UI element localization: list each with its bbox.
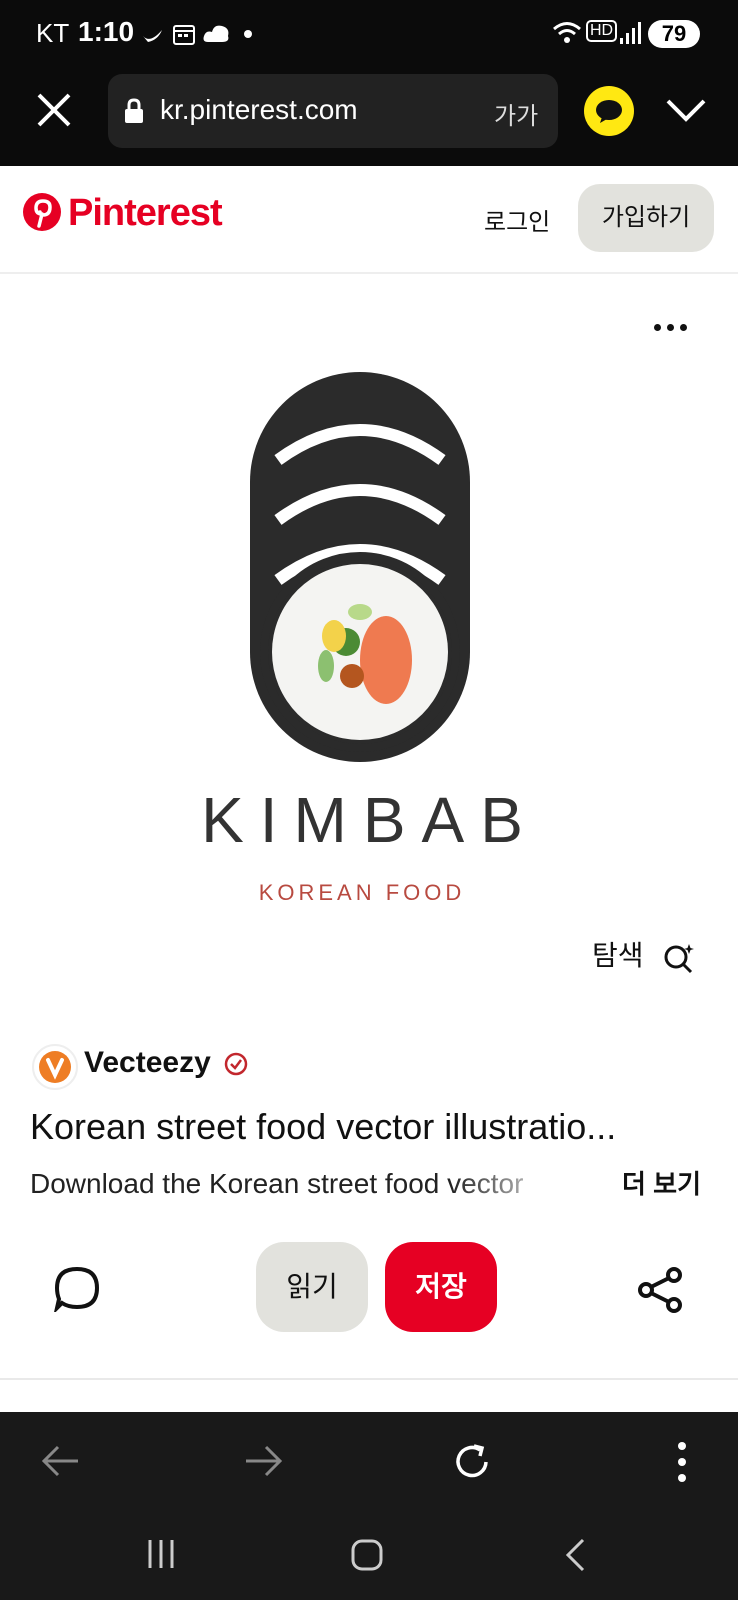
- pinterest-logo-icon[interactable]: [22, 192, 62, 232]
- system-back-icon[interactable]: [564, 1538, 586, 1572]
- vecteezy-logo-icon: [39, 1051, 71, 1083]
- kakao-talk-button[interactable]: [584, 86, 634, 136]
- clock: 1:10: [78, 16, 135, 47]
- pin-image[interactable]: KIMBAB KOREAN FOOD: [150, 360, 588, 940]
- image-brand-title: KIMBAB: [201, 784, 539, 856]
- login-link[interactable]: 로그인: [484, 202, 550, 237]
- hd-badge: HD: [586, 20, 618, 42]
- more-options-icon[interactable]: [654, 318, 702, 342]
- overflow-menu-icon[interactable]: [676, 1440, 688, 1484]
- section-divider: [0, 1378, 738, 1380]
- close-icon[interactable]: [36, 92, 72, 128]
- recent-apps-icon[interactable]: [146, 1538, 176, 1570]
- comment-icon[interactable]: [54, 1266, 100, 1312]
- read-button[interactable]: 읽기: [256, 1242, 368, 1332]
- lock-icon: [125, 98, 143, 123]
- save-button[interactable]: 저장: [385, 1242, 497, 1332]
- visual-search-button[interactable]: 탐색: [592, 934, 695, 974]
- see-more-link[interactable]: 더 보기: [622, 1164, 701, 1201]
- verified-check-icon: [224, 1052, 248, 1076]
- signal-icon: [620, 22, 641, 44]
- share-icon[interactable]: [636, 1266, 684, 1314]
- cloud-icon: [203, 25, 229, 42]
- signup-button[interactable]: 가입하기: [578, 184, 714, 252]
- site-header: Pinterest 로그인 가입하기: [0, 166, 738, 274]
- address-bar[interactable]: kr.pinterest.com 가가: [108, 74, 558, 148]
- pinterest-logo-text[interactable]: Pinterest: [68, 192, 223, 235]
- image-brand-subtitle: KOREAN FOOD: [259, 880, 466, 905]
- carrier-label: KT: [36, 18, 70, 48]
- source-name[interactable]: Vecteezy: [84, 1046, 249, 1080]
- home-icon[interactable]: [350, 1538, 384, 1572]
- source-avatar[interactable]: [32, 1044, 78, 1090]
- notification-dot: [244, 30, 252, 38]
- back-arrow-icon[interactable]: [40, 1444, 80, 1478]
- pin-title: Korean street food vector illustratio...: [30, 1106, 617, 1147]
- notification-icon-1: [143, 30, 162, 42]
- source-name-text: Vecteezy: [84, 1046, 211, 1079]
- system-nav-bar: [0, 1516, 738, 1600]
- reload-icon[interactable]: [452, 1442, 492, 1482]
- calendar-icon: [173, 25, 195, 45]
- chevron-down-icon[interactable]: [666, 98, 706, 122]
- visual-search-icon: [664, 943, 695, 973]
- chat-bubble-icon: [596, 100, 622, 123]
- forward-arrow-icon[interactable]: [244, 1444, 284, 1478]
- text-size-button[interactable]: 가가: [494, 96, 538, 131]
- pin-description: Download the Korean street food vector: [30, 1168, 524, 1199]
- status-bar: KT 1:10 HD 79: [0, 0, 738, 74]
- wifi-icon: [553, 22, 581, 43]
- battery-indicator: 79: [648, 20, 700, 48]
- browser-toolbar: [0, 1412, 738, 1516]
- browser-bar: kr.pinterest.com 가가: [0, 74, 738, 166]
- url-text: kr.pinterest.com: [160, 94, 358, 125]
- explore-label: 탐색: [592, 940, 644, 971]
